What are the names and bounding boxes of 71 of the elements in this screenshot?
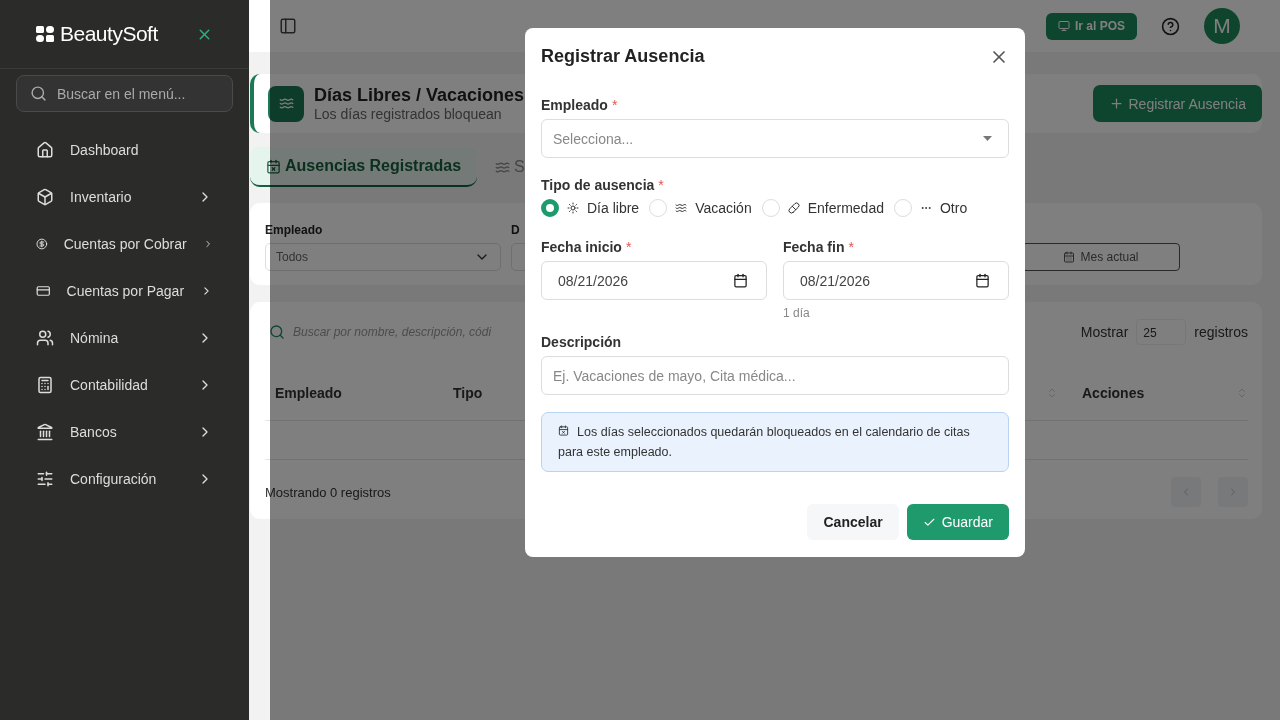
- required-mark: *: [611, 97, 618, 113]
- field-label: Fecha fin: [783, 239, 845, 255]
- current-month-button[interactable]: Mes actual: [1022, 243, 1180, 271]
- filter-label: D: [511, 223, 521, 237]
- sort-icon[interactable]: [1236, 387, 1248, 399]
- calendar-icon: [975, 273, 990, 288]
- next-page-button[interactable]: [1218, 477, 1248, 507]
- duration-hint: 1 día: [783, 306, 811, 320]
- waves-icon: [675, 202, 688, 214]
- info-note: Los días seleccionados quedarán bloqueados en el calendario de citas para este empleado.: [541, 412, 1009, 472]
- column-header[interactable]: Tipo: [443, 385, 523, 401]
- absence-type-option[interactable]: Otro: [894, 199, 968, 217]
- sidebar-item[interactable]: Inventario: [0, 173, 249, 220]
- records-label: registros: [1194, 324, 1248, 340]
- field-label: Tipo de ausencia: [541, 177, 655, 193]
- page-title: Días Libres / Vacaciones: [314, 85, 525, 106]
- absence-type-option[interactable]: Vacación: [649, 199, 752, 217]
- plus-icon: [1109, 96, 1125, 111]
- sidebar-item[interactable]: Bancos: [0, 408, 249, 455]
- brand-name: BeautySoft: [60, 22, 158, 46]
- show-label: Mostrar: [1080, 324, 1129, 340]
- employee-select[interactable]: Todos: [265, 243, 501, 271]
- field-label: Descripción: [541, 334, 622, 350]
- logo-icon: [36, 26, 54, 42]
- house-icon: [36, 140, 54, 159]
- field-label: Empleado: [541, 97, 608, 113]
- sliders-icon: [36, 469, 54, 488]
- calendar-icon: [1063, 251, 1076, 263]
- sidebar-item[interactable]: Dashboard: [0, 126, 249, 173]
- help-icon[interactable]: [1161, 16, 1180, 36]
- sidebar-item[interactable]: Contabilidad: [0, 361, 249, 408]
- dialog-title: Registrar Ausencia: [541, 46, 705, 67]
- calendar-icon: [733, 273, 748, 288]
- description-field[interactable]: Ej. Vacaciones de mayo, Cita médica...: [541, 356, 1009, 395]
- calendar-x-icon: [266, 158, 281, 174]
- sort-icon[interactable]: [1046, 387, 1058, 399]
- caret-icon: [983, 136, 992, 141]
- users-icon: [36, 328, 54, 347]
- sidebar-item[interactable]: Cuentas por Pagar: [0, 267, 249, 314]
- required-mark: *: [625, 239, 632, 255]
- absence-type-option[interactable]: Enfermedad: [761, 199, 884, 217]
- required-mark: *: [658, 177, 664, 193]
- employee-select[interactable]: Selecciona...: [541, 119, 1009, 158]
- pill-icon: [787, 202, 800, 214]
- required-mark: *: [848, 239, 854, 255]
- column-header[interactable]: Empleado: [265, 385, 443, 401]
- sidebar-item[interactable]: Configuración: [0, 455, 249, 502]
- sun-icon: [567, 202, 579, 214]
- search-icon: [30, 85, 47, 102]
- bank-icon: [36, 422, 54, 441]
- page-size-select[interactable]: 25: [1136, 319, 1187, 345]
- cancel-button[interactable]: Cancelar: [807, 504, 899, 540]
- sidebar-item[interactable]: Nómina: [0, 314, 249, 361]
- absence-type-option[interactable]: Día libre: [541, 199, 640, 217]
- calculator-icon: [36, 375, 54, 394]
- save-button[interactable]: Guardar: [906, 504, 1009, 540]
- date-field[interactable]: 08/21/2026: [541, 261, 767, 300]
- calendar-x-icon: [558, 425, 569, 436]
- search-icon: [269, 324, 285, 340]
- monitor-icon: [1057, 20, 1070, 32]
- box-icon: [36, 187, 54, 206]
- sidebar-toggle-icon[interactable]: [279, 17, 297, 35]
- field-label: Fecha inicio: [541, 239, 622, 255]
- sidebar-item[interactable]: Cuentas por Cobrar: [0, 220, 249, 267]
- menu-search-field[interactable]: Buscar en el menú...: [16, 75, 233, 112]
- date-field[interactable]: 08/21/2026: [783, 261, 1009, 300]
- tab[interactable]: Ausencias Registradas: [250, 147, 478, 187]
- register-absence-button[interactable]: Registrar Ausencia: [1093, 85, 1262, 122]
- radio-button[interactable]: [541, 199, 559, 217]
- column-header[interactable]: Acciones: [1072, 385, 1222, 401]
- page-subtitle: Los días registrados bloquean: [314, 106, 503, 122]
